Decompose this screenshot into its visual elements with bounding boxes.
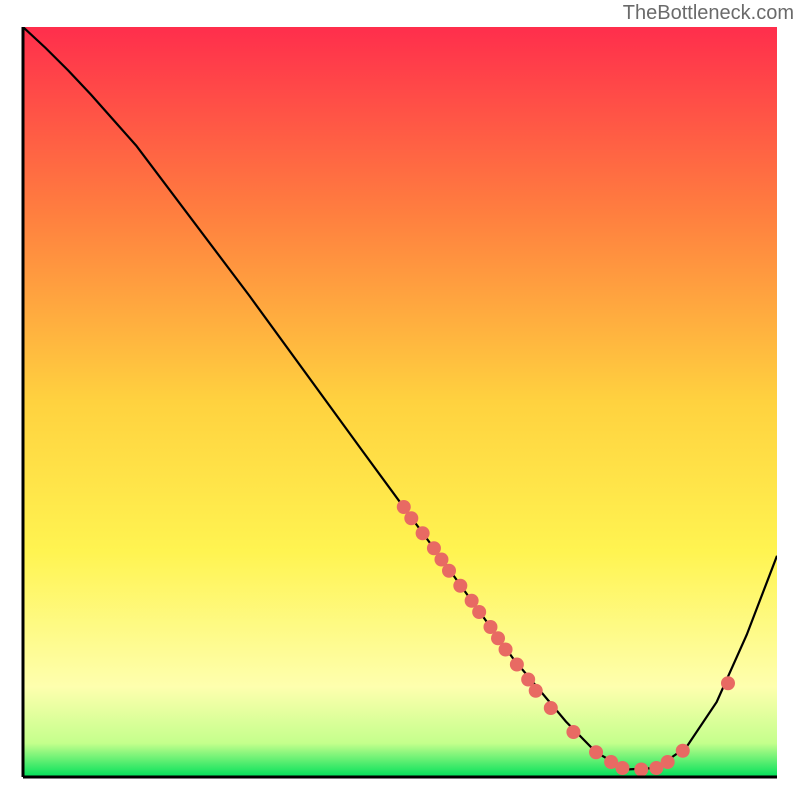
data-point xyxy=(634,763,648,777)
data-point xyxy=(721,676,735,690)
data-point xyxy=(499,643,513,657)
data-point xyxy=(566,725,580,739)
data-point xyxy=(442,564,456,578)
chart-container: TheBottleneck.com xyxy=(0,0,800,800)
data-point xyxy=(416,526,430,540)
gradient-background xyxy=(23,27,777,777)
data-point xyxy=(529,684,543,698)
data-point xyxy=(589,745,603,759)
data-point xyxy=(510,658,524,672)
data-point xyxy=(615,761,629,775)
data-point xyxy=(661,755,675,769)
data-point xyxy=(472,605,486,619)
chart-svg xyxy=(0,0,800,800)
data-point xyxy=(404,511,418,525)
data-point xyxy=(453,579,467,593)
data-point xyxy=(544,701,558,715)
watermark-text: TheBottleneck.com xyxy=(623,2,794,25)
data-point xyxy=(676,744,690,758)
